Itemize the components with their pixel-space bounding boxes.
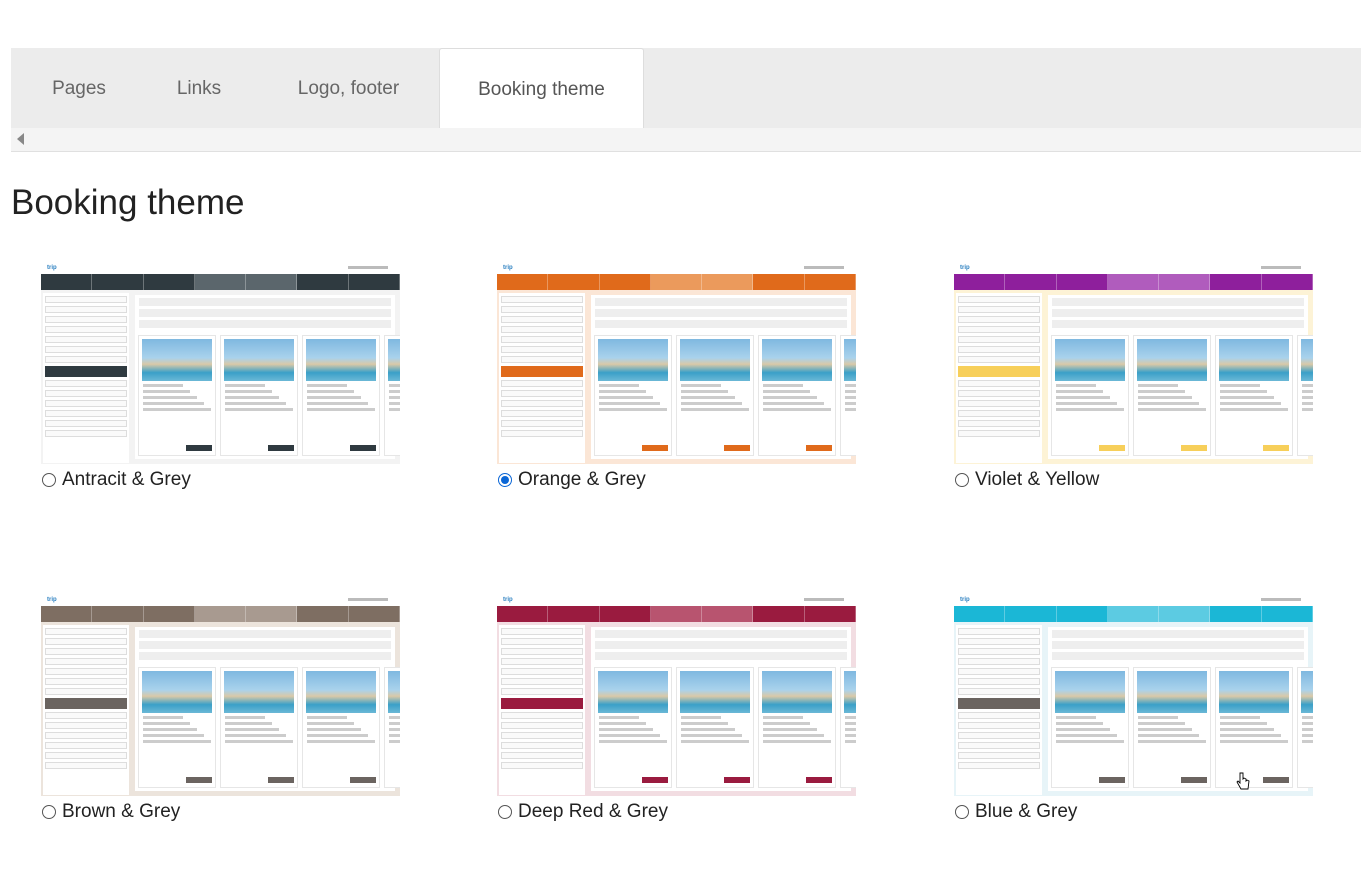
theme-label: Deep Red & Grey [518,801,668,822]
preview-logo: trip [503,597,513,603]
theme-option[interactable]: trip Violet & Yellow [954,264,1314,490]
theme-preview-image[interactable]: trip [497,264,856,464]
theme-radio-row[interactable]: Orange & Grey [497,469,646,491]
theme-option[interactable]: trip Orange & Grey [497,264,857,490]
tab-bar: Pages Links Logo, footer Booking theme [11,48,1361,128]
preview-logo: trip [47,597,57,603]
theme-radio-row[interactable]: Violet & Yellow [954,469,1099,491]
theme-preview-image[interactable]: trip [497,596,856,796]
preview-logo: trip [47,265,57,271]
tab-scrollbar[interactable] [11,128,1361,152]
theme-radio[interactable] [42,805,56,819]
theme-preview-image[interactable]: trip [954,264,1313,464]
theme-preview-image[interactable]: trip [41,596,400,796]
preview-logo: trip [960,597,970,603]
theme-radio-row[interactable]: Blue & Grey [954,801,1077,823]
theme-preview-image[interactable]: trip [41,264,400,464]
tab-pages[interactable]: Pages [29,48,129,128]
theme-option[interactable]: trip Blue & Grey [954,596,1314,822]
theme-radio[interactable] [42,473,56,487]
theme-radio-row[interactable]: Antracit & Grey [41,469,191,491]
preview-logo: trip [503,265,513,271]
theme-radio-row[interactable]: Brown & Grey [41,801,180,823]
theme-option[interactable]: trip Deep Red & Grey [497,596,857,822]
theme-radio[interactable] [498,473,512,487]
theme-label: Orange & Grey [518,469,646,490]
theme-radio-row[interactable]: Deep Red & Grey [497,801,668,823]
theme-label: Blue & Grey [975,801,1078,822]
theme-option[interactable]: trip Brown & Grey [41,596,401,822]
theme-preview-image[interactable]: trip [954,596,1313,796]
tab-logo-footer[interactable]: Logo, footer [281,48,416,128]
scroll-left-icon[interactable] [17,133,24,145]
theme-radio[interactable] [955,805,969,819]
tab-links[interactable]: Links [149,48,249,128]
theme-radio[interactable] [498,805,512,819]
theme-radio[interactable] [955,473,969,487]
hand-cursor-icon [1236,772,1250,790]
theme-label: Violet & Yellow [975,469,1100,490]
page-title: Booking theme [11,183,245,222]
tab-booking-theme[interactable]: Booking theme [439,48,644,128]
theme-option[interactable]: trip Antracit & Grey [41,264,401,490]
theme-label: Brown & Grey [62,801,181,822]
preview-logo: trip [960,265,970,271]
theme-label: Antracit & Grey [62,469,191,490]
